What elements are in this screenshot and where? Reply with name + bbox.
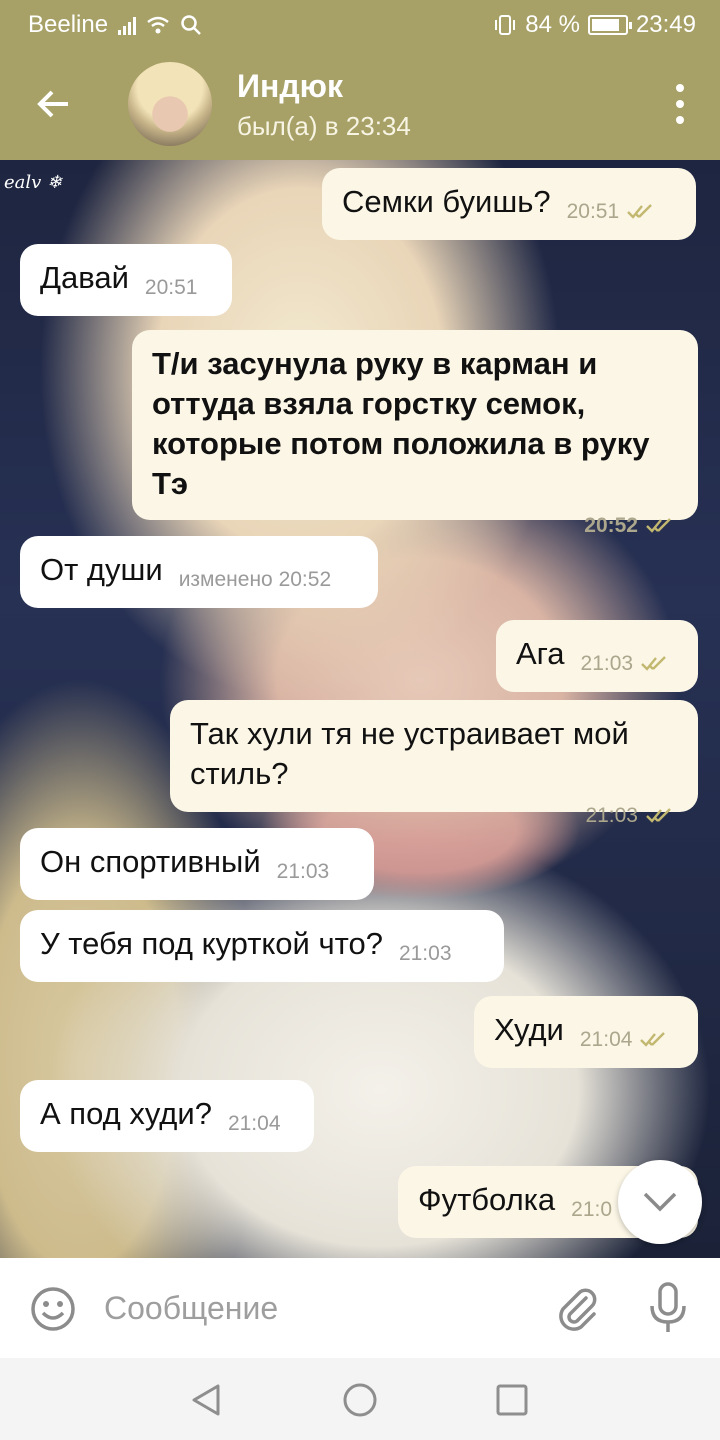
back-button[interactable] (26, 78, 82, 130)
message-timestamp: 20:52 (584, 514, 638, 537)
more-vertical-icon[interactable] (672, 84, 688, 124)
message-text: Футболка (418, 1182, 556, 1217)
message-timestamp: 21:03 (585, 804, 638, 827)
double-check-icon (640, 1030, 674, 1048)
incoming-message[interactable]: Он спортивный 21:03 (20, 828, 374, 900)
wallpaper-watermark: ealv ❄ (4, 172, 63, 193)
double-check-icon (627, 202, 661, 220)
last-seen-status: был(а) в 23:34 (237, 111, 411, 141)
outgoing-message[interactable]: Так хули тя не устраивает мой стиль? 21:0… (170, 700, 698, 827)
paperclip-icon[interactable] (552, 1284, 600, 1332)
message-text: Семки буишь? (342, 184, 551, 219)
chat-area[interactable]: ealv ❄ Семки буишь? 20:51 Давай 20:51 Т/и за… (0, 160, 720, 1258)
battery-icon (587, 15, 632, 35)
message-time: 21:03 (581, 644, 676, 684)
battery-percent: 84 % (525, 11, 580, 38)
message-text: У тебя под курткой что? (40, 926, 383, 961)
outgoing-message[interactable]: Т/и засунула руку в карман и оттуда взял… (132, 330, 698, 537)
carrier-label: Beeline (28, 11, 109, 38)
scroll-down-button[interactable] (618, 1160, 702, 1244)
smiley-icon[interactable] (30, 1286, 76, 1332)
message-time: 21:04 (228, 1104, 281, 1144)
wifi-icon (147, 16, 169, 34)
message-text: Худи (494, 1012, 564, 1047)
double-check-icon (641, 654, 675, 672)
outgoing-message[interactable]: Ага 21:03 (496, 620, 698, 692)
incoming-message[interactable]: От души изменено 20:52 (20, 536, 378, 608)
search-icon (181, 15, 201, 35)
message-input[interactable] (104, 1284, 524, 1332)
signal-icon (118, 15, 137, 35)
incoming-message[interactable]: Давай 20:51 (20, 244, 232, 316)
message-time: 21:04 (580, 1020, 675, 1060)
message-timestamp: 20:51 (566, 200, 620, 223)
outgoing-message[interactable]: Семки буишь? 20:51 (322, 168, 696, 240)
message-timestamp: изменено 20:52 (178, 568, 332, 591)
message-timestamp: 21:0 (571, 1198, 613, 1221)
message-text: Так хули тя не устраивает мой стиль? (190, 716, 629, 791)
double-check-icon (646, 806, 680, 824)
message-text: Он спортивный (40, 844, 261, 879)
message-time: изменено 20:52 (179, 560, 331, 600)
message-composer (0, 1258, 720, 1358)
message-timestamp: 21:04 (227, 1112, 281, 1135)
clock: 23:49 (635, 11, 696, 38)
message-timestamp: 20:51 (144, 276, 198, 299)
message-time: 20:51 (145, 268, 198, 308)
arrow-left-icon (37, 90, 68, 118)
incoming-message[interactable]: А под худи? 21:04 (20, 1080, 314, 1152)
circle-home-icon[interactable] (340, 1380, 380, 1420)
message-timestamp: 21:04 (579, 1028, 633, 1051)
message-time: 20:51 (567, 192, 662, 232)
message-time: 21:03 (399, 934, 452, 974)
triangle-back-icon[interactable] (186, 1380, 226, 1420)
message-timestamp: 21:03 (580, 652, 634, 675)
vibrate-icon (495, 15, 516, 35)
chevron-down-icon (643, 1192, 677, 1212)
message-time: 21:03 (277, 852, 330, 892)
incoming-message[interactable]: У тебя под курткой что? 21:03 (20, 910, 504, 982)
outgoing-message[interactable]: Худи 21:04 (474, 996, 698, 1068)
message-text: Т/и засунула руку в карман и оттуда взял… (152, 346, 650, 501)
chat-header: Индюк был(а) в 23:34 (0, 48, 720, 160)
message-text: А под худи? (40, 1096, 212, 1131)
microphone-icon[interactable] (648, 1282, 688, 1334)
message-timestamp: 21:03 (276, 860, 330, 883)
system-nav-bar (0, 1358, 720, 1440)
message-text: Давай (40, 260, 129, 295)
square-recents-icon[interactable] (492, 1380, 532, 1420)
message-text: От души (40, 552, 163, 587)
message-timestamp: 21:03 (398, 942, 452, 965)
double-check-icon (646, 516, 680, 534)
message-text: Ага (516, 636, 565, 671)
contact-name[interactable]: Индюк (237, 68, 343, 105)
avatar[interactable] (128, 62, 212, 146)
status-bar: Beeline 84 % 23:49 (0, 0, 720, 48)
